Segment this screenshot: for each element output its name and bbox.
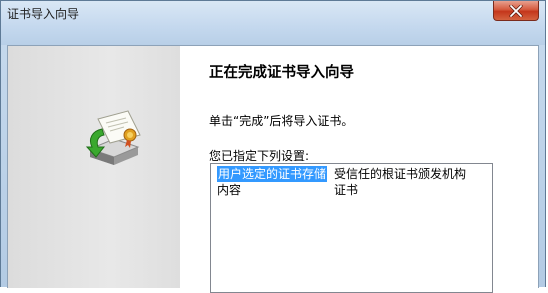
certificate-import-icon: [85, 110, 141, 165]
close-button[interactable]: [493, 1, 539, 21]
setting-value-store: 受信任的根证书颁发机构: [334, 167, 467, 181]
window-title: 证书导入向导: [7, 7, 80, 21]
setting-value-content: 证书: [334, 183, 359, 197]
wizard-content: 正在完成证书导入向导 单击“完成”后将导入证书。 您已指定下列设置: 用户选定的…: [180, 46, 538, 293]
wizard-window: 证书导入向导 正在完成证书导入向导 单击“完成”后将导入证书。 您已指定下列设置…: [0, 0, 546, 293]
title-bar: 证书导入向导: [1, 1, 545, 45]
wizard-description: 单击“完成”后将导入证书。: [209, 114, 354, 128]
wizard-side-panel: [8, 46, 180, 288]
setting-key-store: 用户选定的证书存储: [217, 166, 328, 182]
wizard-client-area: 正在完成证书导入向导 单击“完成”后将导入证书。 您已指定下列设置: 用户选定的…: [7, 45, 539, 293]
settings-label: 您已指定下列设置:: [209, 149, 310, 163]
wizard-heading: 正在完成证书导入向导: [209, 65, 354, 81]
close-icon: [509, 4, 523, 17]
setting-key-content: 内容: [217, 183, 242, 197]
settings-list[interactable]: 用户选定的证书存储 受信任的根证书颁发机构 内容 证书: [210, 163, 493, 293]
